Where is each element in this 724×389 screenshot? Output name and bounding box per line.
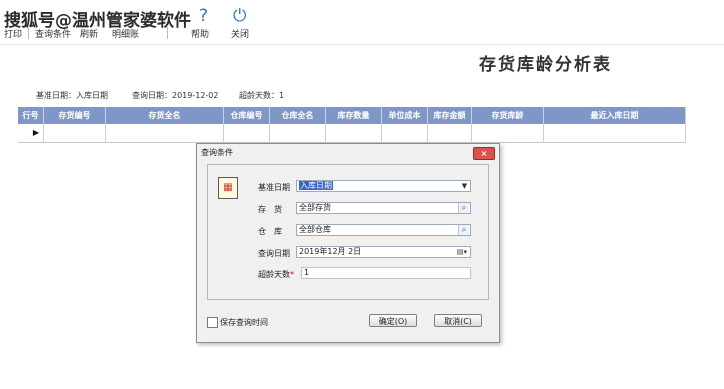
warehouse-value: 全部仓库: [299, 225, 331, 234]
toolbar-separator: [28, 27, 29, 39]
report-title: 存货库龄分析表: [479, 55, 612, 75]
chevron-down-icon[interactable]: ▼: [460, 182, 469, 190]
toolbar-divider: [0, 44, 724, 45]
table-cell[interactable]: [544, 124, 686, 142]
query-date-label: 查询日期: [258, 249, 290, 258]
col-unit-cost[interactable]: 单位成本: [382, 107, 428, 124]
col-stock-qty[interactable]: 库存数量: [326, 107, 382, 124]
base-date-select[interactable]: 入库日期 ▼: [296, 180, 471, 192]
power-icon[interactable]: ⏻: [233, 6, 246, 26]
cancel-button[interactable]: 取消(C): [434, 314, 482, 327]
table-cell[interactable]: [428, 124, 472, 142]
overdue-days-label: 超龄天数*: [258, 269, 294, 280]
col-stock-amount[interactable]: 库存金额: [428, 107, 472, 124]
inventory-label: 存 货: [258, 205, 282, 214]
query-dialog: 查询条件 × ▦ 基准日期 入库日期 ▼ 存 货 全部存货 ⌕ 仓 库 全部仓库…: [196, 143, 500, 343]
col-stock-age[interactable]: 存货库龄: [472, 107, 544, 124]
required-mark: *: [290, 270, 294, 279]
col-item-code[interactable]: 存货编号: [44, 107, 106, 124]
col-last-inbound-date[interactable]: 最近入库日期: [544, 107, 686, 124]
table-cell[interactable]: [326, 124, 382, 142]
table-cell[interactable]: [472, 124, 544, 142]
query-date-picker[interactable]: 2019年12月 2日 ▤▾: [296, 246, 471, 258]
table-cell[interactable]: [270, 124, 326, 142]
dialog-form-panel: ▦ 基准日期 入库日期 ▼ 存 货 全部存货 ⌕ 仓 库 全部仓库 ⌕ 查询日期…: [207, 164, 489, 300]
info-overdue-days: 超龄天数：1: [239, 91, 285, 100]
close-icon[interactable]: ×: [473, 147, 495, 160]
overdue-days-value: 1: [304, 268, 310, 277]
calendar-icon: ▦: [218, 177, 238, 199]
grid-header: 行号 存货编号 存货全名 仓库编号 仓库全名 库存数量 单位成本 库存金额 存货…: [18, 107, 686, 124]
search-icon[interactable]: ⌕: [458, 225, 469, 235]
toolbar-refresh[interactable]: 刷新: [80, 27, 98, 40]
ok-button[interactable]: 确定(O): [369, 314, 417, 327]
col-warehouse-name[interactable]: 仓库全名: [270, 107, 326, 124]
toolbar-help[interactable]: 帮助: [191, 27, 209, 40]
toolbar-query-conditions[interactable]: 查询条件: [35, 27, 71, 40]
col-warehouse-code[interactable]: 仓库编号: [224, 107, 270, 124]
table-cell[interactable]: [106, 124, 224, 142]
info-base-date: 基准日期：入库日期: [36, 91, 108, 100]
base-date-label: 基准日期: [258, 183, 290, 192]
table-cell[interactable]: [44, 124, 106, 142]
info-query-date: 查询日期：2019-12-02: [132, 91, 219, 100]
toolbar-detail-ledger[interactable]: 明细账: [112, 27, 139, 40]
overdue-days-label-text: 超龄天数: [258, 270, 290, 279]
inventory-field[interactable]: 全部存货 ⌕: [296, 202, 471, 214]
calendar-dropdown-icon[interactable]: ▤▾: [455, 248, 469, 256]
warehouse-field[interactable]: 全部仓库 ⌕: [296, 224, 471, 236]
dialog-title: 查询条件: [201, 148, 233, 157]
help-icon[interactable]: ?: [199, 6, 208, 26]
toolbar-print[interactable]: 打印: [4, 27, 22, 40]
toolbar-separator: [167, 27, 168, 39]
inventory-value: 全部存货: [299, 203, 331, 212]
save-query-time-label[interactable]: 保存查询时间: [220, 317, 268, 328]
warehouse-label: 仓 库: [258, 227, 282, 236]
search-icon[interactable]: ⌕: [458, 203, 469, 213]
table-cell[interactable]: [382, 124, 428, 142]
query-date-value: 2019年12月 2日: [299, 247, 362, 256]
overdue-days-input[interactable]: 1: [301, 267, 471, 279]
table-row[interactable]: ▶: [18, 124, 686, 143]
col-item-name[interactable]: 存货全名: [106, 107, 224, 124]
save-query-time-checkbox[interactable]: [207, 317, 218, 328]
data-grid[interactable]: 行号 存货编号 存货全名 仓库编号 仓库全名 库存数量 单位成本 库存金额 存货…: [18, 107, 686, 143]
base-date-value: 入库日期: [299, 181, 333, 190]
toolbar-close[interactable]: 关闭: [231, 27, 249, 40]
col-row-number[interactable]: 行号: [18, 107, 44, 124]
table-cell[interactable]: [224, 124, 270, 142]
row-indicator-icon: ▶: [18, 124, 44, 142]
